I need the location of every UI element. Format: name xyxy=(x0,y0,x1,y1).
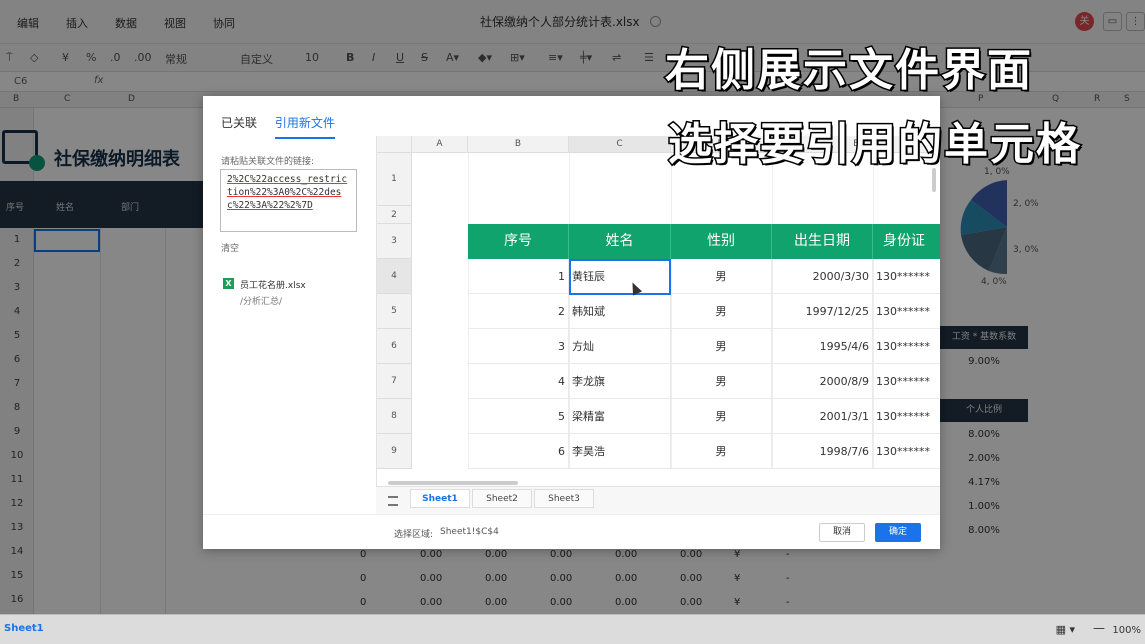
preview-column-header[interactable]: B xyxy=(468,136,569,153)
preview-row-header[interactable]: 2 xyxy=(377,206,412,224)
preview-cell-birth[interactable]: 1995/4/6 xyxy=(772,329,873,364)
preview-cell-no[interactable]: 4 xyxy=(468,364,569,399)
preview-cell-birth[interactable]: 2000/3/30 xyxy=(772,259,873,294)
link-label: 请粘贴关联文件的链接: xyxy=(221,157,315,167)
preview-row-header[interactable]: 5 xyxy=(377,294,412,329)
preview-cell-birth[interactable]: 1998/7/6 xyxy=(772,434,873,469)
preview-cell-no[interactable]: 1 xyxy=(468,259,569,294)
preview-row-header[interactable]: 7 xyxy=(377,364,412,399)
preview-cell-gender[interactable]: 男 xyxy=(671,294,772,329)
preview-column-header[interactable]: A xyxy=(412,136,468,153)
sheet-tab[interactable]: Sheet1 xyxy=(4,623,44,634)
sheet-tab-1[interactable]: Sheet1 xyxy=(410,489,470,508)
table-header-cell[interactable]: 序号 xyxy=(468,224,569,259)
zoom-level[interactable]: 100% xyxy=(1112,625,1141,636)
preview-cell-id[interactable]: 130****** xyxy=(873,434,940,469)
preview-cell-id[interactable]: 130****** xyxy=(873,329,940,364)
sheet-list-icon[interactable] xyxy=(388,496,398,506)
preview-cell-birth[interactable]: 2000/8/9 xyxy=(772,364,873,399)
preview-cell-name[interactable]: 方灿 xyxy=(569,329,671,364)
selection-value: Sheet1!$C$4 xyxy=(440,527,499,537)
file-name[interactable]: 员工花名册.xlsx xyxy=(240,278,306,291)
view-icon[interactable]: ▦ ▾ xyxy=(1056,623,1075,636)
dialog-tabs: 已关联 引用新文件 xyxy=(221,114,349,139)
preview-cell-gender[interactable]: 男 xyxy=(671,259,772,294)
preview-row-header[interactable]: 4 xyxy=(377,259,412,294)
preview-cell-no[interactable]: 3 xyxy=(468,329,569,364)
preview-cell-gender[interactable]: 男 xyxy=(671,364,772,399)
preview-cell-name[interactable]: 韩知斌 xyxy=(569,294,671,329)
preview-cell-name[interactable]: 李昊浩 xyxy=(569,434,671,469)
table-header-cell[interactable]: 身份证 xyxy=(873,224,940,259)
dialog-footer: 选择区域: Sheet1!$C$4 取消 确定 xyxy=(203,514,940,549)
preview-row-header[interactable]: 8 xyxy=(377,399,412,434)
preview-cell-gender[interactable]: 男 xyxy=(671,434,772,469)
preview-cell-name[interactable]: 梁精富 xyxy=(569,399,671,434)
preview-row-header[interactable]: 6 xyxy=(377,329,412,364)
status-bar: Sheet1 ▦ ▾ — 100% xyxy=(0,614,1145,644)
caption-line-2: 选择要引用的单元格 xyxy=(667,118,1082,172)
confirm-button[interactable]: 确定 xyxy=(875,523,921,542)
preview-cell-no[interactable]: 5 xyxy=(468,399,569,434)
preview-cell-id[interactable]: 130****** xyxy=(873,294,940,329)
preview-cell-gender[interactable]: 男 xyxy=(671,329,772,364)
preview-cell-id[interactable]: 130****** xyxy=(873,259,940,294)
preview-cell-no[interactable]: 6 xyxy=(468,434,569,469)
preview-row-header[interactable]: 3 xyxy=(377,224,412,259)
table-header-cell[interactable]: 性别 xyxy=(671,224,772,259)
preview-cell-name[interactable]: 李龙旗 xyxy=(569,364,671,399)
horizontal-scrollbar[interactable] xyxy=(388,481,518,485)
sheet-tab-3[interactable]: Sheet3 xyxy=(534,489,594,508)
tab-new-file[interactable]: 引用新文件 xyxy=(274,114,335,139)
file-path: /分析汇总/ xyxy=(240,297,283,307)
table-header-cell[interactable]: 出生日期 xyxy=(772,224,873,259)
preview-row-header[interactable]: 1 xyxy=(377,153,412,206)
preview-cell-no[interactable]: 2 xyxy=(468,294,569,329)
excel-file-icon: X xyxy=(223,278,234,289)
preview-cell-id[interactable]: 130****** xyxy=(873,364,940,399)
zoom-out-icon[interactable]: — xyxy=(1093,621,1105,635)
preview-sheet-tabs: Sheet1 Sheet2 Sheet3 xyxy=(376,486,940,514)
select-all-corner[interactable] xyxy=(377,136,412,153)
selection-label: 选择区域: xyxy=(394,530,434,540)
table-header-cell[interactable]: 姓名 xyxy=(569,224,671,259)
tab-linked[interactable]: 已关联 xyxy=(221,114,257,137)
preview-cell-gender[interactable]: 男 xyxy=(671,399,772,434)
caption-line-1: 右侧展示文件界面 xyxy=(664,44,1033,98)
link-input-value: 2%2C%22access_restriction%22%3A0%2C%22de… xyxy=(227,174,348,211)
preview-sheet[interactable]: A B C D E 1 2 3 4 5 6 7 8 9 序号 姓名 性别 出生日… xyxy=(376,136,940,486)
preview-column-header[interactable]: C xyxy=(569,136,671,153)
sheet-tab-2[interactable]: Sheet2 xyxy=(472,489,532,508)
selected-cell[interactable] xyxy=(569,259,671,295)
spreadsheet-app: 编辑 插入 数据 视图 协同 社保缴纳个人部分统计表.xlsx 关 ▭ ⋮ ⍑ … xyxy=(0,0,1145,644)
preview-row-header[interactable]: 9 xyxy=(377,434,412,469)
preview-cell-birth[interactable]: 2001/3/1 xyxy=(772,399,873,434)
cancel-button[interactable]: 取消 xyxy=(819,523,865,542)
clear-link-button[interactable]: 清空 xyxy=(221,241,239,254)
preview-cell-id[interactable]: 130****** xyxy=(873,399,940,434)
preview-cell-birth[interactable]: 1997/12/25 xyxy=(772,294,873,329)
link-input[interactable]: 2%2C%22access_restriction%22%3A0%2C%22de… xyxy=(220,169,357,232)
